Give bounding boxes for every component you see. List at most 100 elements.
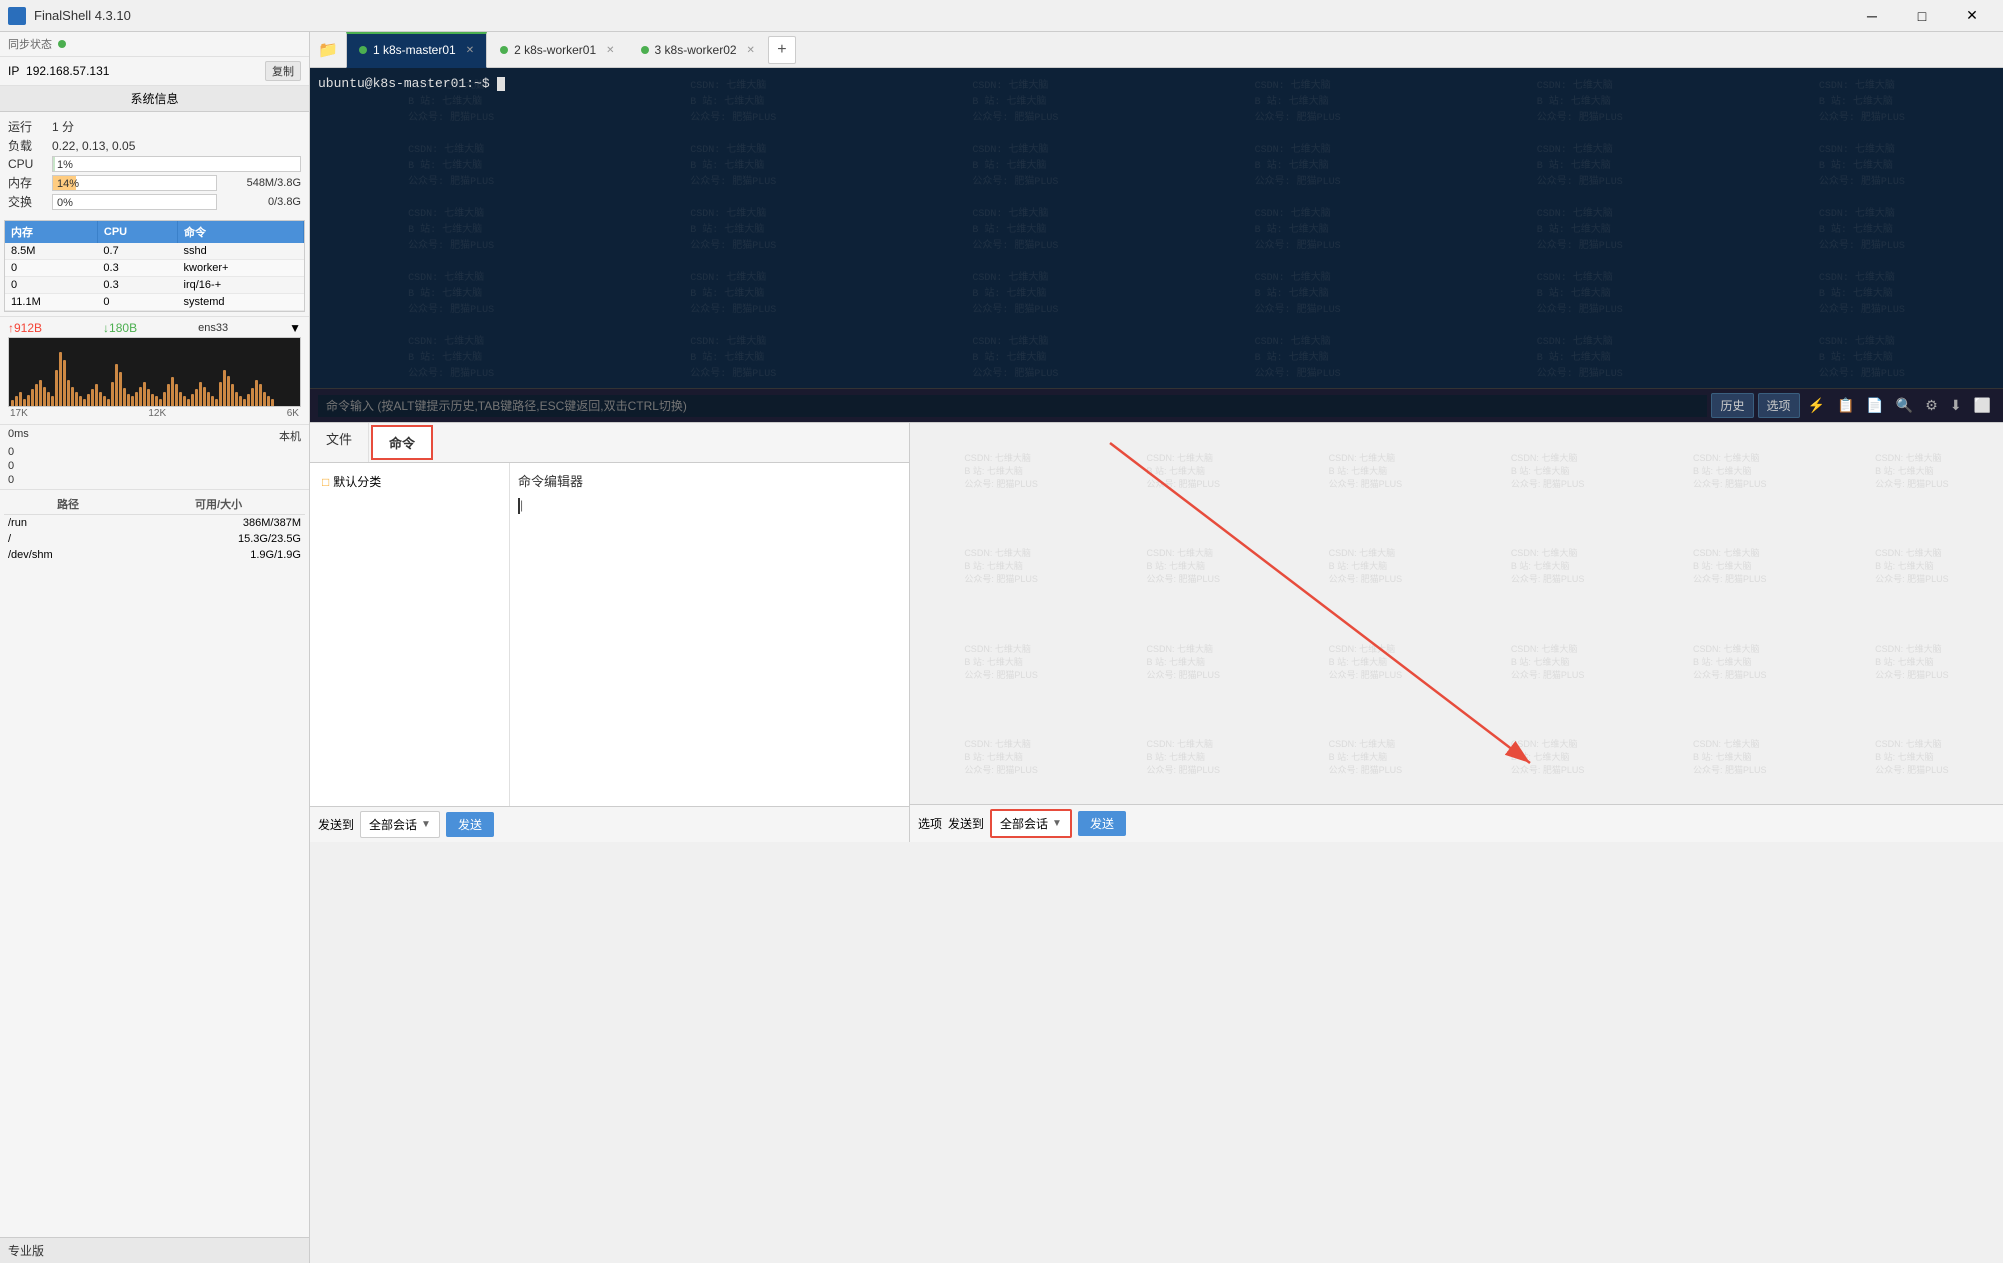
download-icon[interactable]: ⬇ bbox=[1946, 393, 1966, 418]
graph-bar bbox=[215, 399, 218, 406]
file-tab[interactable]: 文件 bbox=[310, 423, 369, 462]
proc-col-cmd[interactable]: 命令 bbox=[178, 221, 304, 243]
graph-bar bbox=[163, 392, 166, 406]
graph-bar bbox=[123, 388, 126, 406]
cmd-editor: 命令编辑器 | bbox=[510, 463, 909, 522]
search-icon[interactable]: 🔍 bbox=[1892, 393, 1917, 418]
cmd-editor-title: 命令编辑器 bbox=[518, 471, 901, 490]
proc-mem: 11.1M bbox=[5, 294, 97, 311]
graph-bar bbox=[23, 399, 26, 406]
graph-bar bbox=[147, 389, 150, 406]
proc-cpu: 0.3 bbox=[97, 260, 177, 277]
graph-level-6k: 6K bbox=[287, 408, 299, 419]
graph-bar bbox=[115, 364, 118, 406]
latency-row-2: 0 bbox=[8, 459, 301, 473]
latency-target: 本机 bbox=[279, 428, 301, 444]
send-bar-left: 发送到 全部会话 ▼ 发送 bbox=[310, 806, 909, 842]
copy-button[interactable]: 复制 bbox=[265, 61, 301, 81]
panel-content: □ 默认分类 命令编辑器 | bbox=[310, 463, 909, 806]
list-item: / 15.3G/23.5G bbox=[4, 531, 305, 547]
graph-bar bbox=[259, 384, 262, 406]
send-button-right[interactable]: 发送 bbox=[1078, 811, 1126, 836]
editor-cursor: | bbox=[518, 498, 523, 514]
proc-cmd: kworker+ bbox=[178, 260, 304, 277]
cmd-input-field[interactable] bbox=[318, 395, 1707, 417]
send-to-arrow-left: ▼ bbox=[421, 819, 431, 830]
maximize-button[interactable]: □ bbox=[1899, 0, 1945, 32]
proc-cpu: 0 bbox=[97, 294, 177, 311]
options-button[interactable]: 选项 bbox=[1758, 393, 1800, 418]
tab-2-dot bbox=[500, 46, 508, 54]
disk-section: 路径 可用/大小 /run 386M/387M / 15.3G/23.5G /d… bbox=[0, 489, 309, 1237]
file-cmd-panel: 文件 命令 □ 默认分类 命令编辑器 | bbox=[310, 423, 910, 842]
graph-bar bbox=[27, 395, 30, 406]
proc-col-cpu[interactable]: CPU bbox=[97, 221, 177, 243]
net-interface[interactable]: ens33 bbox=[198, 322, 228, 334]
tab-3[interactable]: 3 k8s-worker02 ✕ bbox=[628, 32, 768, 68]
graph-bar bbox=[139, 387, 142, 406]
minimize-button[interactable]: ─ bbox=[1849, 0, 1895, 32]
graph-bar bbox=[135, 392, 138, 406]
table-row: 0 0.3 irq/16-+ bbox=[5, 277, 304, 294]
panel-tree: □ 默认分类 bbox=[310, 463, 510, 806]
graph-bar bbox=[247, 394, 250, 406]
app-icon bbox=[8, 7, 26, 25]
send-to-dropdown-left[interactable]: 全部会话 ▼ bbox=[360, 811, 440, 838]
proc-col-mem[interactable]: 内存 bbox=[5, 221, 97, 243]
graph-bar bbox=[211, 396, 214, 406]
graph-bar bbox=[267, 396, 270, 406]
disk-avail: 15.3G/23.5G bbox=[132, 531, 305, 547]
gear-icon[interactable]: ⚙ bbox=[1921, 393, 1942, 418]
tab-2[interactable]: 2 k8s-worker01 ✕ bbox=[487, 32, 627, 68]
graph-bar bbox=[55, 370, 58, 406]
graph-bar bbox=[263, 392, 266, 406]
close-button[interactable]: ✕ bbox=[1949, 0, 1995, 32]
graph-bar bbox=[187, 399, 190, 406]
maximize-icon[interactable]: ⬜ bbox=[1970, 393, 1995, 418]
graph-bar bbox=[155, 396, 158, 406]
cmd-toolbar: 历史 选项 ⚡ 📋 📄 🔍 ⚙ ⬇ ⬜ bbox=[1711, 393, 1995, 418]
mem-size: 548M/3.8G bbox=[221, 177, 301, 189]
tab-bar: 📁 1 k8s-master01 ✕ 2 k8s-worker01 ✕ 3 k8… bbox=[310, 32, 2003, 68]
cmd-tab[interactable]: 命令 bbox=[371, 425, 433, 460]
terminal-area[interactable]: CSDN: 七维大脑B 站: 七维大脑公众号: 肥猫PLUS CSDN: 七维大… bbox=[310, 68, 2003, 388]
graph-bar bbox=[143, 382, 146, 406]
copy-icon[interactable]: 📋 bbox=[1833, 393, 1858, 418]
send-to-dropdown-right[interactable]: 全部会话 ▼ bbox=[990, 809, 1072, 838]
disk-col-avail[interactable]: 可用/大小 bbox=[132, 494, 305, 515]
graph-bar bbox=[47, 392, 50, 406]
app-title: FinalShell 4.3.10 bbox=[34, 8, 131, 23]
list-item: /dev/shm 1.9G/1.9G bbox=[4, 547, 305, 563]
tab-add-button[interactable]: + bbox=[768, 36, 796, 64]
net-graph bbox=[8, 337, 301, 407]
tab-1-close[interactable]: ✕ bbox=[466, 45, 474, 56]
paste-icon[interactable]: 📄 bbox=[1862, 393, 1887, 418]
proc-cpu: 0.7 bbox=[97, 243, 177, 260]
latency-section: 0ms 本机 0 0 0 bbox=[0, 424, 309, 489]
default-category[interactable]: □ 默认分类 bbox=[318, 471, 501, 492]
tab-1[interactable]: 1 k8s-master01 ✕ bbox=[346, 32, 487, 68]
graph-bar bbox=[219, 382, 222, 406]
proc-mem: 8.5M bbox=[5, 243, 97, 260]
graph-bar bbox=[91, 389, 94, 406]
tab-3-close[interactable]: ✕ bbox=[747, 45, 755, 56]
graph-bar bbox=[31, 389, 34, 406]
swap-percent: 0% bbox=[57, 195, 73, 211]
terminal-prompt: ubuntu@k8s-master01:~$ bbox=[318, 76, 490, 91]
tab-2-close[interactable]: ✕ bbox=[606, 45, 614, 56]
cpu-progress-bar: 1% bbox=[52, 156, 301, 172]
history-button[interactable]: 历史 bbox=[1711, 393, 1753, 418]
sysinfo-title: 系统信息 bbox=[130, 92, 178, 106]
graph-bar bbox=[79, 396, 82, 406]
send-button-left[interactable]: 发送 bbox=[446, 812, 494, 837]
net-dropdown-icon[interactable]: ▼ bbox=[289, 321, 301, 335]
folder-icon[interactable]: 📁 bbox=[314, 36, 342, 64]
graph-bar bbox=[35, 384, 38, 406]
lightning-icon[interactable]: ⚡ bbox=[1804, 393, 1829, 418]
disk-col-path[interactable]: 路径 bbox=[4, 494, 132, 515]
net-section: ↑912B ↓180B ens33 ▼ 17K 12K 6K bbox=[0, 316, 309, 424]
proc-mem: 0 bbox=[5, 260, 97, 277]
latency-row-1: 0 bbox=[8, 445, 301, 459]
list-item: /run 386M/387M bbox=[4, 515, 305, 532]
right-panel: 📁 1 k8s-master01 ✕ 2 k8s-worker01 ✕ 3 k8… bbox=[310, 32, 2003, 1263]
